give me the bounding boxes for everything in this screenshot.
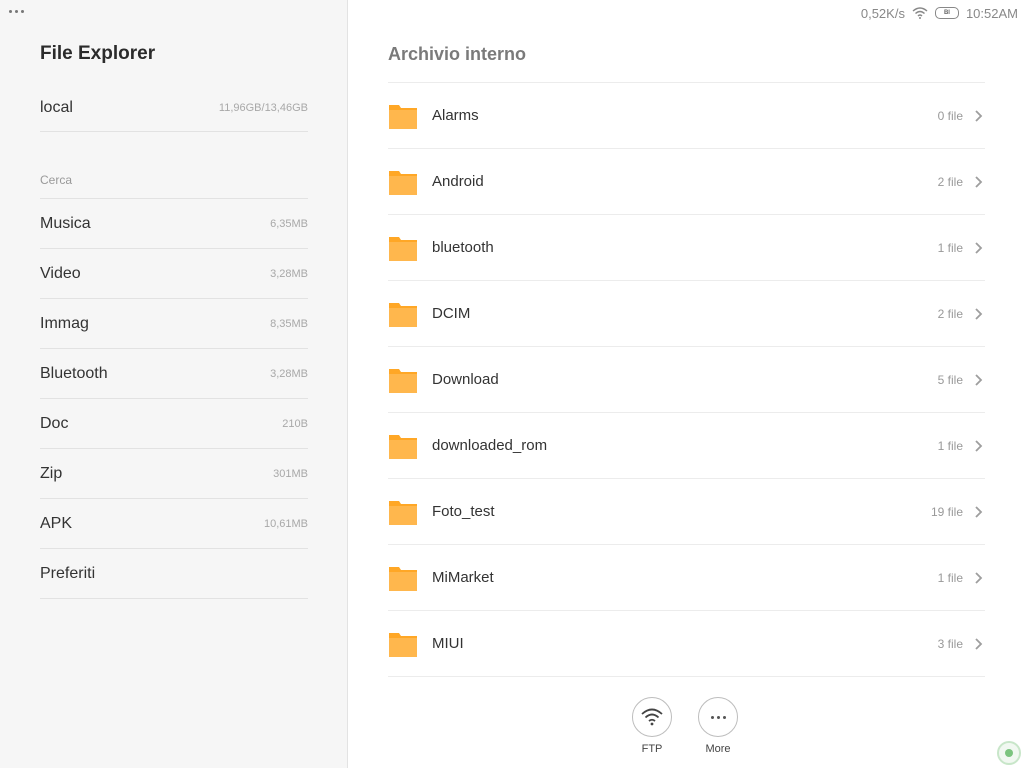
folder-icon	[389, 566, 417, 591]
folder-row[interactable]: MiMarket 1 file	[388, 545, 985, 611]
folder-name: Foto_test	[432, 503, 495, 520]
chevron-right-icon	[975, 241, 983, 254]
floating-assist-icon[interactable]	[997, 741, 1021, 765]
folder-file-count: 1 file	[937, 240, 963, 255]
folder-icon	[389, 104, 417, 129]
folder-file-count: 1 file	[937, 570, 963, 585]
folder-file-count: 5 file	[937, 372, 963, 387]
bottom-action-bar: FTP More	[632, 697, 738, 755]
folder-row[interactable]: MIUI 3 file	[388, 611, 985, 677]
folder-row[interactable]: downloaded_rom 1 file	[388, 413, 985, 479]
ftp-button[interactable]: FTP	[632, 697, 672, 755]
category-list: Musica 6,35MB Video 3,28MB Immag 8,35MB …	[40, 199, 308, 599]
folder-name: Download	[432, 371, 499, 388]
folder-icon	[389, 236, 417, 261]
category-size: 10,61MB	[263, 517, 308, 530]
section-label-cerca: Cerca	[40, 173, 73, 187]
category-label: Musica	[40, 214, 91, 232]
folder-icon	[389, 434, 417, 459]
clock: 10:52AM	[965, 5, 1018, 21]
category-size: 3,28MB	[270, 367, 308, 380]
folder-name: downloaded_rom	[432, 437, 548, 454]
chevron-right-icon	[975, 637, 983, 650]
storage-local[interactable]: local 11,96GB/13,46GB	[40, 84, 308, 132]
storage-size: 11,96GB/13,46GB	[218, 101, 308, 114]
chevron-right-icon	[975, 109, 983, 122]
category-label: Preferiti	[40, 564, 96, 582]
folder-list: Alarms 0 file Android 2 file bluetooth 1…	[388, 82, 985, 677]
category-item-apk[interactable]: APK 10,61MB	[40, 499, 308, 549]
category-size: 8,35MB	[270, 317, 308, 330]
wifi-icon	[641, 708, 663, 726]
chevron-right-icon	[975, 307, 983, 320]
chevron-right-icon	[975, 571, 983, 584]
folder-name: bluetooth	[432, 239, 494, 256]
category-label: Bluetooth	[40, 364, 108, 382]
more-button-circle[interactable]	[698, 697, 738, 737]
category-item-doc[interactable]: Doc 210B	[40, 399, 308, 449]
folder-file-count: 3 file	[937, 636, 963, 651]
wifi-icon	[912, 7, 928, 19]
more-dots-icon	[710, 715, 726, 719]
category-item-preferiti[interactable]: Preferiti	[40, 549, 308, 599]
folder-icon	[389, 632, 417, 657]
category-item-musica[interactable]: Musica 6,35MB	[40, 199, 308, 249]
folder-icon	[389, 302, 417, 327]
sidebar: File Explorer local 11,96GB/13,46GB Cerc…	[0, 0, 348, 768]
folder-icon	[389, 368, 417, 393]
app-title: File Explorer	[40, 43, 156, 64]
category-item-zip[interactable]: Zip 301MB	[40, 449, 308, 499]
page-title: Archivio interno	[388, 44, 527, 64]
folder-icon	[389, 500, 417, 525]
folder-row[interactable]: Foto_test 19 file	[388, 479, 985, 545]
category-item-video[interactable]: Video 3,28MB	[40, 249, 308, 299]
chevron-right-icon	[975, 373, 983, 386]
folder-name: DCIM	[432, 305, 471, 322]
category-label: Zip	[40, 464, 63, 482]
folder-name: MiMarket	[432, 569, 494, 586]
category-item-immag[interactable]: Immag 8,35MB	[40, 299, 308, 349]
category-item-bluetooth[interactable]: Bluetooth 3,28MB	[40, 349, 308, 399]
folder-file-count: 1 file	[937, 438, 963, 453]
ftp-label: FTP	[641, 743, 663, 755]
battery-icon: BI	[934, 7, 959, 19]
chevron-right-icon	[975, 505, 983, 518]
category-label: Doc	[40, 414, 69, 432]
folder-row[interactable]: Alarms 0 file	[388, 83, 985, 149]
folder-row[interactable]: Download 5 file	[388, 347, 985, 413]
category-label: Video	[40, 264, 81, 282]
folder-row[interactable]: bluetooth 1 file	[388, 215, 985, 281]
folder-file-count: 2 file	[937, 174, 963, 189]
folder-name: Android	[432, 173, 484, 190]
category-label: Immag	[40, 314, 89, 332]
category-size: 301MB	[273, 467, 308, 480]
storage-label: local	[40, 98, 73, 116]
folder-name: Alarms	[432, 107, 479, 124]
folder-row[interactable]: DCIM 2 file	[388, 281, 985, 347]
chevron-right-icon	[975, 175, 983, 188]
folder-file-count: 19 file	[930, 504, 963, 519]
chevron-right-icon	[975, 439, 983, 452]
ftp-button-circle[interactable]	[632, 697, 672, 737]
category-size: 210B	[282, 417, 308, 430]
more-button[interactable]: More	[698, 697, 738, 755]
folder-row[interactable]: Android 2 file	[388, 149, 985, 215]
overflow-menu-icon[interactable]	[9, 6, 29, 16]
folder-icon	[389, 170, 417, 195]
folder-name: MIUI	[432, 635, 464, 652]
category-size: 6,35MB	[270, 217, 308, 230]
category-size: 3,28MB	[270, 267, 308, 280]
category-label: APK	[40, 514, 73, 532]
status-bar: 0,52K/s BI 10:52AM	[861, 0, 1018, 26]
folder-file-count: 2 file	[937, 306, 963, 321]
network-speed: 0,52K/s	[860, 5, 905, 21]
more-label: More	[705, 743, 731, 755]
folder-file-count: 0 file	[937, 108, 963, 123]
